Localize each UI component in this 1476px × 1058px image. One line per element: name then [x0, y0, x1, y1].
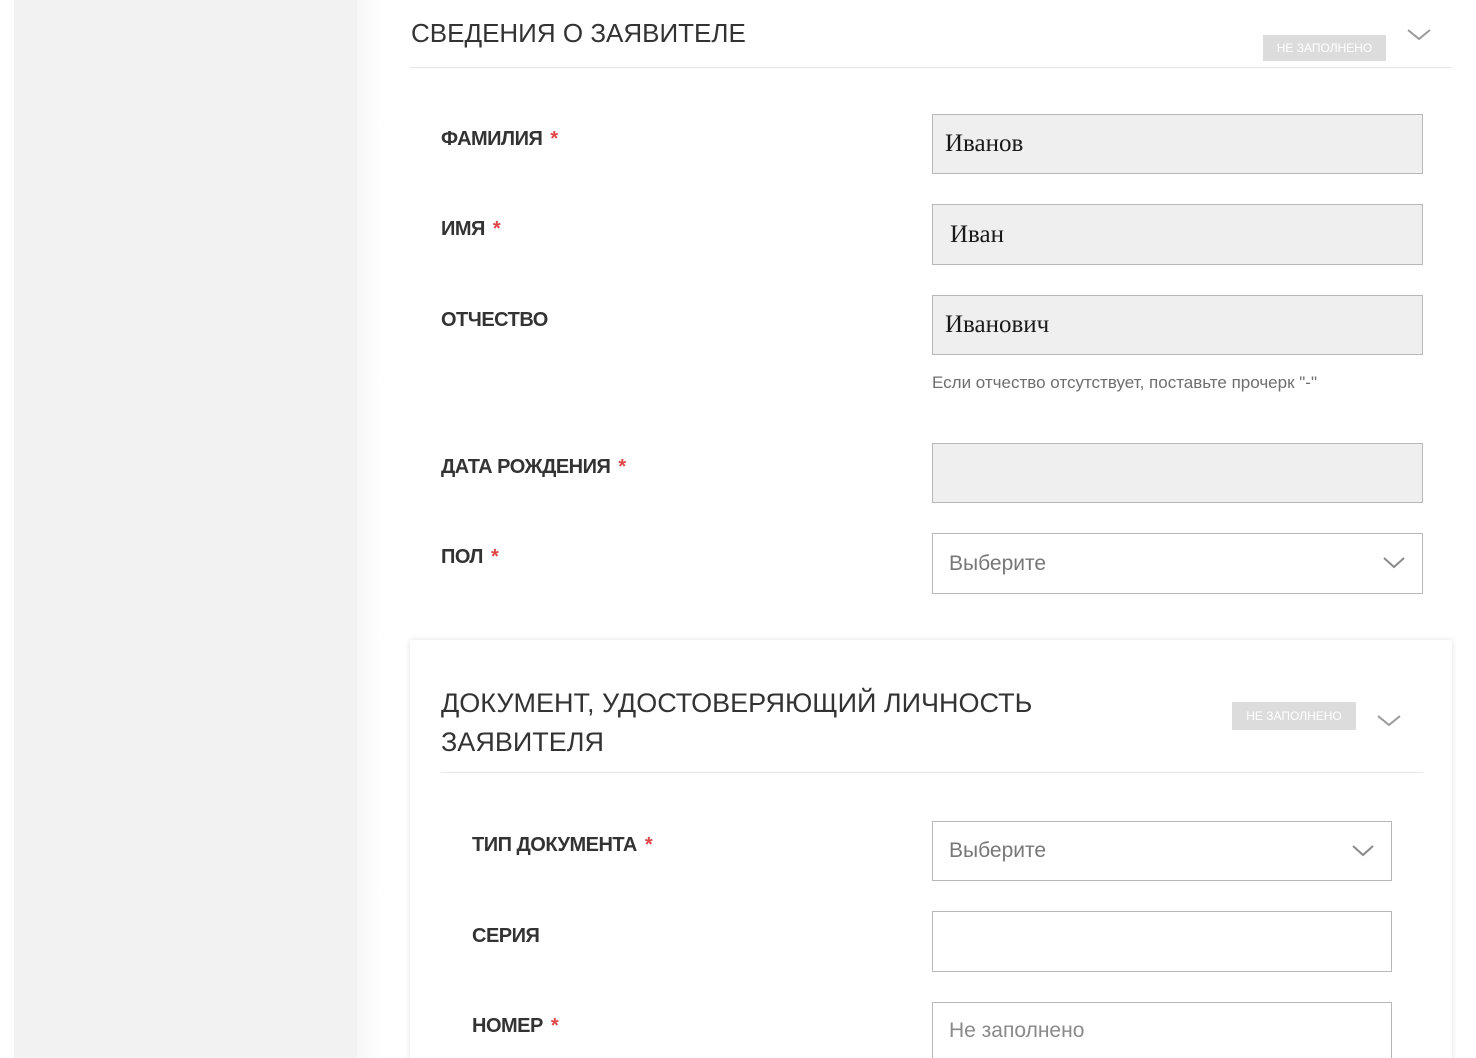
doc-type-select[interactable]: Выберите — [932, 821, 1392, 881]
birth-date-label: ДАТА РОЖДЕНИЯ * — [441, 456, 626, 479]
birth-date-label-text: ДАТА РОЖДЕНИЯ — [441, 456, 611, 478]
series-input[interactable] — [932, 911, 1392, 972]
required-marker: * — [618, 456, 626, 478]
required-marker: * — [490, 546, 499, 568]
patronymic-hint: Если отчество отсутствует, поставьте про… — [932, 373, 1317, 392]
applicant-section-title: СВЕДЕНИЯ О ЗАЯВИТЕЛЕ — [411, 18, 746, 48]
form-page: СВЕДЕНИЯ О ЗАЯВИТЕЛЕ НЕ ЗАПОЛНЕНО ФАМИЛИ… — [0, 0, 1476, 1058]
chevron-down-icon[interactable] — [1376, 714, 1402, 728]
number-input[interactable]: Не заполнено — [932, 1002, 1392, 1058]
chevron-down-icon[interactable] — [1406, 28, 1432, 42]
name-label: ИМЯ * — [441, 218, 501, 241]
identity-document-status-badge: НЕ ЗАПОЛНЕНО — [1232, 702, 1356, 730]
number-placeholder: Не заполнено — [949, 1018, 1085, 1042]
required-marker: * — [550, 128, 558, 150]
identity-document-title-line1: ДОКУМЕНТ, УДОСТОВЕРЯЮЩИЙ ЛИЧНОСТЬ — [441, 688, 1033, 718]
surname-label-text: ФАМИЛИЯ — [441, 128, 543, 150]
doc-type-label: ТИП ДОКУМЕНТА * — [472, 834, 653, 857]
required-marker: * — [550, 1015, 559, 1037]
patronymic-value: Иванович — [945, 311, 1050, 338]
content-edge-shadow — [357, 0, 381, 1058]
patronymic-input[interactable]: Иванович — [932, 295, 1423, 355]
gender-selected-value: Выберите — [949, 551, 1047, 575]
applicant-status-badge: НЕ ЗАПОЛНЕНО — [1263, 35, 1386, 61]
chevron-down-icon — [1352, 845, 1374, 857]
surname-value: Иванов — [945, 130, 1024, 157]
name-label-text: ИМЯ — [441, 218, 485, 240]
patronymic-label: ОТЧЕСТВО — [441, 309, 548, 331]
identity-document-divider — [441, 772, 1423, 773]
identity-document-title-line2: ЗАЯВИТЕЛЯ — [441, 727, 604, 757]
surname-label: ФАМИЛИЯ * — [441, 128, 558, 151]
series-label: СЕРИЯ — [472, 925, 540, 947]
surname-input[interactable]: Иванов — [932, 114, 1423, 174]
name-input[interactable]: Иван — [932, 204, 1423, 265]
doc-type-selected-value: Выберите — [949, 839, 1047, 862]
applicant-section-divider — [410, 67, 1452, 68]
gender-label-text: ПОЛ — [441, 546, 483, 568]
gender-label: ПОЛ * — [441, 546, 499, 569]
left-sidebar-panel — [14, 0, 357, 1058]
required-marker: * — [492, 218, 501, 240]
gender-select[interactable]: Выберите — [932, 533, 1423, 594]
chevron-down-icon — [1383, 557, 1405, 569]
number-label: НОМЕР * — [472, 1015, 559, 1038]
number-label-text: НОМЕР — [472, 1015, 543, 1037]
identity-document-title: ДОКУМЕНТ, УДОСТОВЕРЯЮЩИЙ ЛИЧНОСТЬ ЗАЯВИТ… — [441, 684, 1141, 762]
required-marker: * — [644, 834, 653, 856]
name-value: Иван — [950, 220, 1005, 248]
doc-type-label-text: ТИП ДОКУМЕНТА — [472, 834, 637, 856]
birth-date-input[interactable] — [932, 443, 1423, 503]
